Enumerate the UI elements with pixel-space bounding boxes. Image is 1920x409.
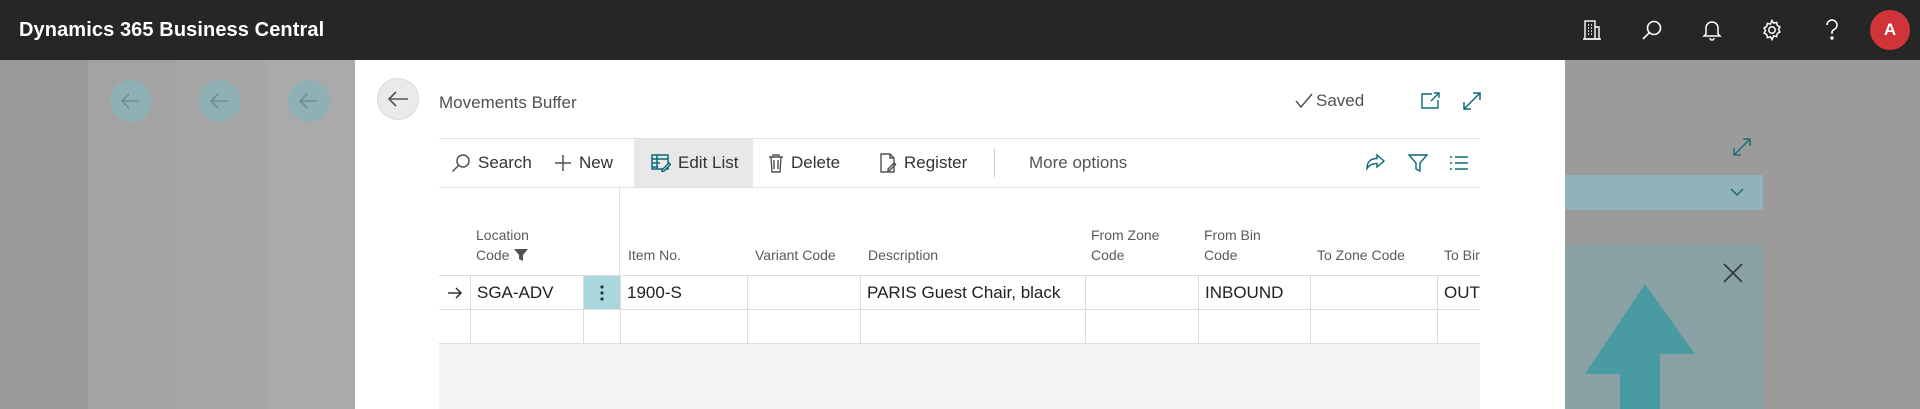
column-description[interactable]: Description	[868, 245, 938, 265]
empty-cell-description[interactable]	[860, 310, 1085, 343]
search-label: Search	[478, 153, 532, 172]
app-title[interactable]: Dynamics 365 Business Central	[19, 19, 324, 42]
search-icon	[451, 154, 470, 173]
cell-location-code[interactable]: SGA-ADV	[470, 276, 583, 309]
column-from-bin-code-line1: From Bin	[1204, 227, 1261, 243]
page-title: Movements Buffer	[439, 93, 577, 112]
row-indicator-icon	[439, 276, 470, 309]
chevron-down-icon	[1730, 188, 1744, 197]
action-bar-separator	[994, 149, 995, 177]
background-back-button-1	[110, 80, 152, 122]
gear-icon[interactable]	[1742, 0, 1802, 60]
column-item-no[interactable]: Item No.	[628, 245, 681, 265]
background-back-button-2	[199, 80, 241, 122]
background-panel	[1565, 244, 1763, 409]
empty-cell-location-code[interactable]	[470, 310, 583, 343]
delete-label: Delete	[791, 153, 841, 172]
column-from-zone-code-line1: From Zone	[1091, 227, 1160, 243]
filter-icon[interactable]	[1408, 139, 1435, 187]
column-from-bin-code[interactable]: From Bin Code	[1204, 225, 1261, 265]
app-bar: Dynamics 365 Business Central A	[0, 0, 1920, 60]
empty-cell-item-no[interactable]	[620, 310, 747, 343]
new-button[interactable]: New	[554, 139, 613, 187]
plus-icon	[555, 155, 571, 171]
empty-cell-from-bin-code[interactable]	[1198, 310, 1310, 343]
delete-button[interactable]: Delete	[768, 139, 840, 187]
movements-grid: Location Code Item No. Variant Code Desc…	[439, 188, 1480, 409]
empty-cell-variant-code[interactable]	[747, 310, 860, 343]
search-icon[interactable]	[1622, 0, 1682, 60]
open-in-new-window-icon[interactable]	[1417, 88, 1443, 114]
help-icon[interactable]	[1802, 0, 1862, 60]
background-strip	[1565, 175, 1763, 210]
checkmark-icon	[1295, 93, 1313, 109]
trash-icon	[769, 154, 783, 173]
empty-cell-menu	[583, 310, 620, 343]
empty-cell-to-zone-code[interactable]	[1310, 310, 1437, 343]
header-divider	[619, 188, 620, 275]
grid-bottom-border	[439, 343, 1480, 344]
cell-to-zone-code[interactable]	[1310, 276, 1437, 309]
expand-icon[interactable]	[1459, 88, 1485, 114]
column-location-code-line1: Location	[476, 227, 529, 243]
column-to-bin-code[interactable]: To Bin	[1444, 245, 1480, 265]
cell-from-zone-code[interactable]	[1085, 276, 1198, 309]
empty-cell-to-bin-code[interactable]	[1437, 310, 1480, 343]
more-vertical-icon	[600, 284, 604, 301]
cell-to-bin-code[interactable]: OUTBOUND	[1437, 276, 1480, 309]
share-icon[interactable]	[1364, 139, 1393, 187]
filter-applied-icon	[514, 249, 529, 261]
cell-description[interactable]: PARIS Guest Chair, black	[860, 276, 1085, 309]
background-back-button-3	[288, 80, 330, 122]
back-button[interactable]	[377, 78, 419, 120]
saved-label: Saved	[1316, 91, 1365, 110]
register-button[interactable]: Register	[879, 139, 967, 187]
bell-icon[interactable]	[1682, 0, 1742, 60]
office-building-icon[interactable]	[1562, 0, 1622, 60]
search-button[interactable]: Search	[451, 139, 532, 187]
column-to-zone-code[interactable]: To Zone Code	[1317, 245, 1405, 265]
table-row-empty[interactable]	[439, 309, 1480, 343]
new-label: New	[579, 153, 614, 172]
arrow-illustration	[1585, 284, 1695, 409]
column-location-code[interactable]: Location Code	[476, 225, 529, 265]
column-variant-code[interactable]: Variant Code	[755, 245, 836, 265]
column-location-code-line2: Code	[476, 247, 510, 263]
avatar[interactable]: A	[1870, 10, 1910, 50]
register-icon	[880, 153, 897, 173]
cell-variant-code[interactable]	[747, 276, 860, 309]
app-bar-icons: A	[1562, 0, 1920, 60]
column-from-zone-code-line2: Code	[1091, 247, 1125, 263]
movements-buffer-dialog: Movements Buffer Saved Search New Edit L…	[355, 60, 1565, 409]
empty-row-indicator	[439, 310, 470, 343]
expand-icon	[1733, 138, 1751, 156]
empty-cell-from-zone-code[interactable]	[1085, 310, 1198, 343]
close-icon	[1723, 263, 1743, 283]
column-from-bin-code-line2: Code	[1204, 247, 1238, 263]
more-options-button[interactable]: More options	[1029, 139, 1127, 187]
edit-list-label: Edit List	[678, 153, 739, 172]
saved-status: Saved	[1295, 91, 1364, 111]
edit-list-button[interactable]: Edit List	[634, 139, 753, 187]
register-label: Register	[904, 153, 968, 172]
cell-item-no[interactable]: 1900-S	[620, 276, 747, 309]
list-view-icon[interactable]	[1449, 139, 1476, 187]
more-options-label: More options	[1029, 153, 1128, 172]
row-menu-button[interactable]	[583, 276, 620, 309]
edit-list-icon	[651, 154, 671, 172]
action-bar: Search New Edit List Delete Register Mor…	[439, 138, 1480, 188]
column-from-zone-code[interactable]: From Zone Code	[1091, 225, 1159, 265]
arrow-left-icon	[387, 91, 408, 107]
grid-header: Location Code Item No. Variant Code Desc…	[439, 188, 1480, 275]
cell-from-bin-code[interactable]: INBOUND	[1198, 276, 1310, 309]
table-row[interactable]: SGA-ADV 1900-S PARIS Guest Chair, black …	[439, 275, 1480, 309]
